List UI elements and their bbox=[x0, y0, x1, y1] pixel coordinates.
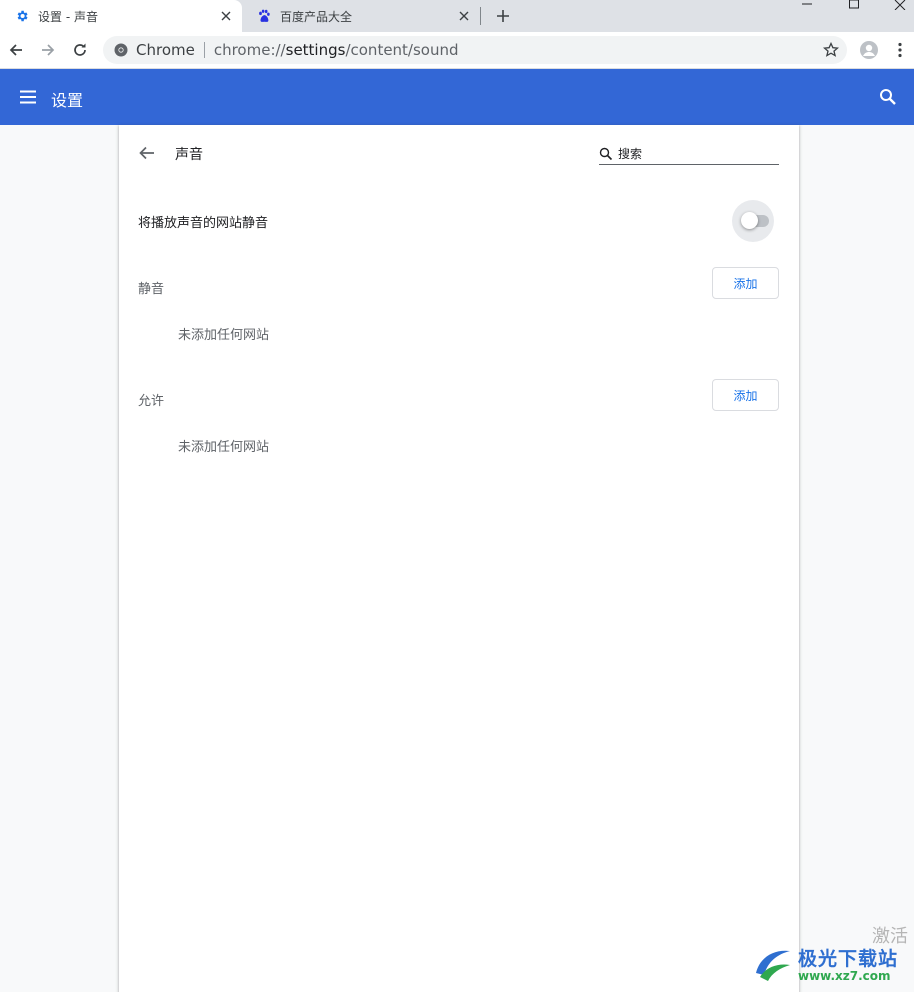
search-icon[interactable] bbox=[878, 87, 898, 107]
search-input[interactable] bbox=[618, 146, 768, 161]
baidu-paw-icon bbox=[256, 8, 272, 24]
minimize-button[interactable] bbox=[784, 0, 830, 10]
maximize-button[interactable] bbox=[831, 0, 877, 10]
browser-toolbar: Chrome chrome://settings/content/sound bbox=[0, 32, 914, 69]
page-title: 设置 bbox=[51, 91, 84, 110]
aurora-logo-icon bbox=[756, 950, 790, 981]
allowed-empty-text: 未添加任何网站 bbox=[178, 440, 270, 455]
watermark-brand: 极光下载站 bbox=[798, 947, 899, 970]
watermark-url: www.xz7.com bbox=[798, 968, 891, 983]
url-path: /content/sound bbox=[345, 41, 459, 59]
close-tab-icon[interactable] bbox=[216, 6, 236, 26]
back-arrow-icon[interactable] bbox=[137, 143, 157, 163]
back-button[interactable] bbox=[2, 36, 30, 64]
toggle-knob bbox=[741, 212, 758, 229]
muted-empty-text: 未添加任何网站 bbox=[178, 328, 270, 343]
search-icon bbox=[599, 147, 613, 160]
tab-baidu-products[interactable]: 百度产品大全 bbox=[242, 0, 480, 32]
add-allowed-site-button[interactable]: 添加 bbox=[712, 379, 779, 411]
reload-button[interactable] bbox=[66, 36, 94, 64]
tab-title: 设置 - 声音 bbox=[38, 9, 98, 24]
chip-divider bbox=[203, 42, 205, 58]
subpage-search bbox=[599, 143, 779, 165]
site-watermark-logo: 极光下载站 www.xz7.com bbox=[752, 940, 912, 986]
url-scheme: chrome:// bbox=[213, 41, 286, 59]
settings-card: 声音 将播放声音的网站静音 静音 添加 未添加任何网站 允许 添加 未添加任何网… bbox=[119, 125, 799, 992]
new-tab-button[interactable] bbox=[492, 5, 514, 27]
hamburger-menu-icon[interactable] bbox=[18, 87, 38, 107]
scheme-chip: Chrome bbox=[136, 41, 195, 59]
tab-title: 百度产品大全 bbox=[280, 9, 353, 24]
settings-header: 设置 bbox=[0, 69, 914, 125]
add-muted-site-button[interactable]: 添加 bbox=[712, 267, 779, 299]
muted-section-label: 静音 bbox=[138, 282, 165, 297]
mute-sites-toggle[interactable] bbox=[732, 200, 774, 242]
subpage-title: 声音 bbox=[175, 147, 203, 163]
mute-sites-label: 将播放声音的网站静音 bbox=[138, 216, 269, 231]
allowed-section-label: 允许 bbox=[138, 394, 165, 409]
tab-settings-sound[interactable]: 设置 - 声音 bbox=[0, 0, 242, 32]
more-menu-icon[interactable] bbox=[886, 36, 914, 64]
bookmark-star-icon[interactable] bbox=[823, 42, 839, 58]
gear-icon bbox=[14, 8, 30, 24]
profile-avatar-button[interactable] bbox=[855, 36, 883, 64]
tab-divider bbox=[480, 7, 481, 25]
tab-strip: 设置 - 声音 百度产品大全 bbox=[0, 0, 914, 32]
chrome-icon bbox=[114, 43, 128, 57]
url-host: settings bbox=[285, 41, 346, 59]
forward-button[interactable] bbox=[34, 36, 62, 64]
close-window-button[interactable] bbox=[877, 0, 914, 10]
address-bar[interactable]: Chrome chrome://settings/content/sound bbox=[103, 36, 847, 64]
close-tab-icon[interactable] bbox=[454, 6, 474, 26]
